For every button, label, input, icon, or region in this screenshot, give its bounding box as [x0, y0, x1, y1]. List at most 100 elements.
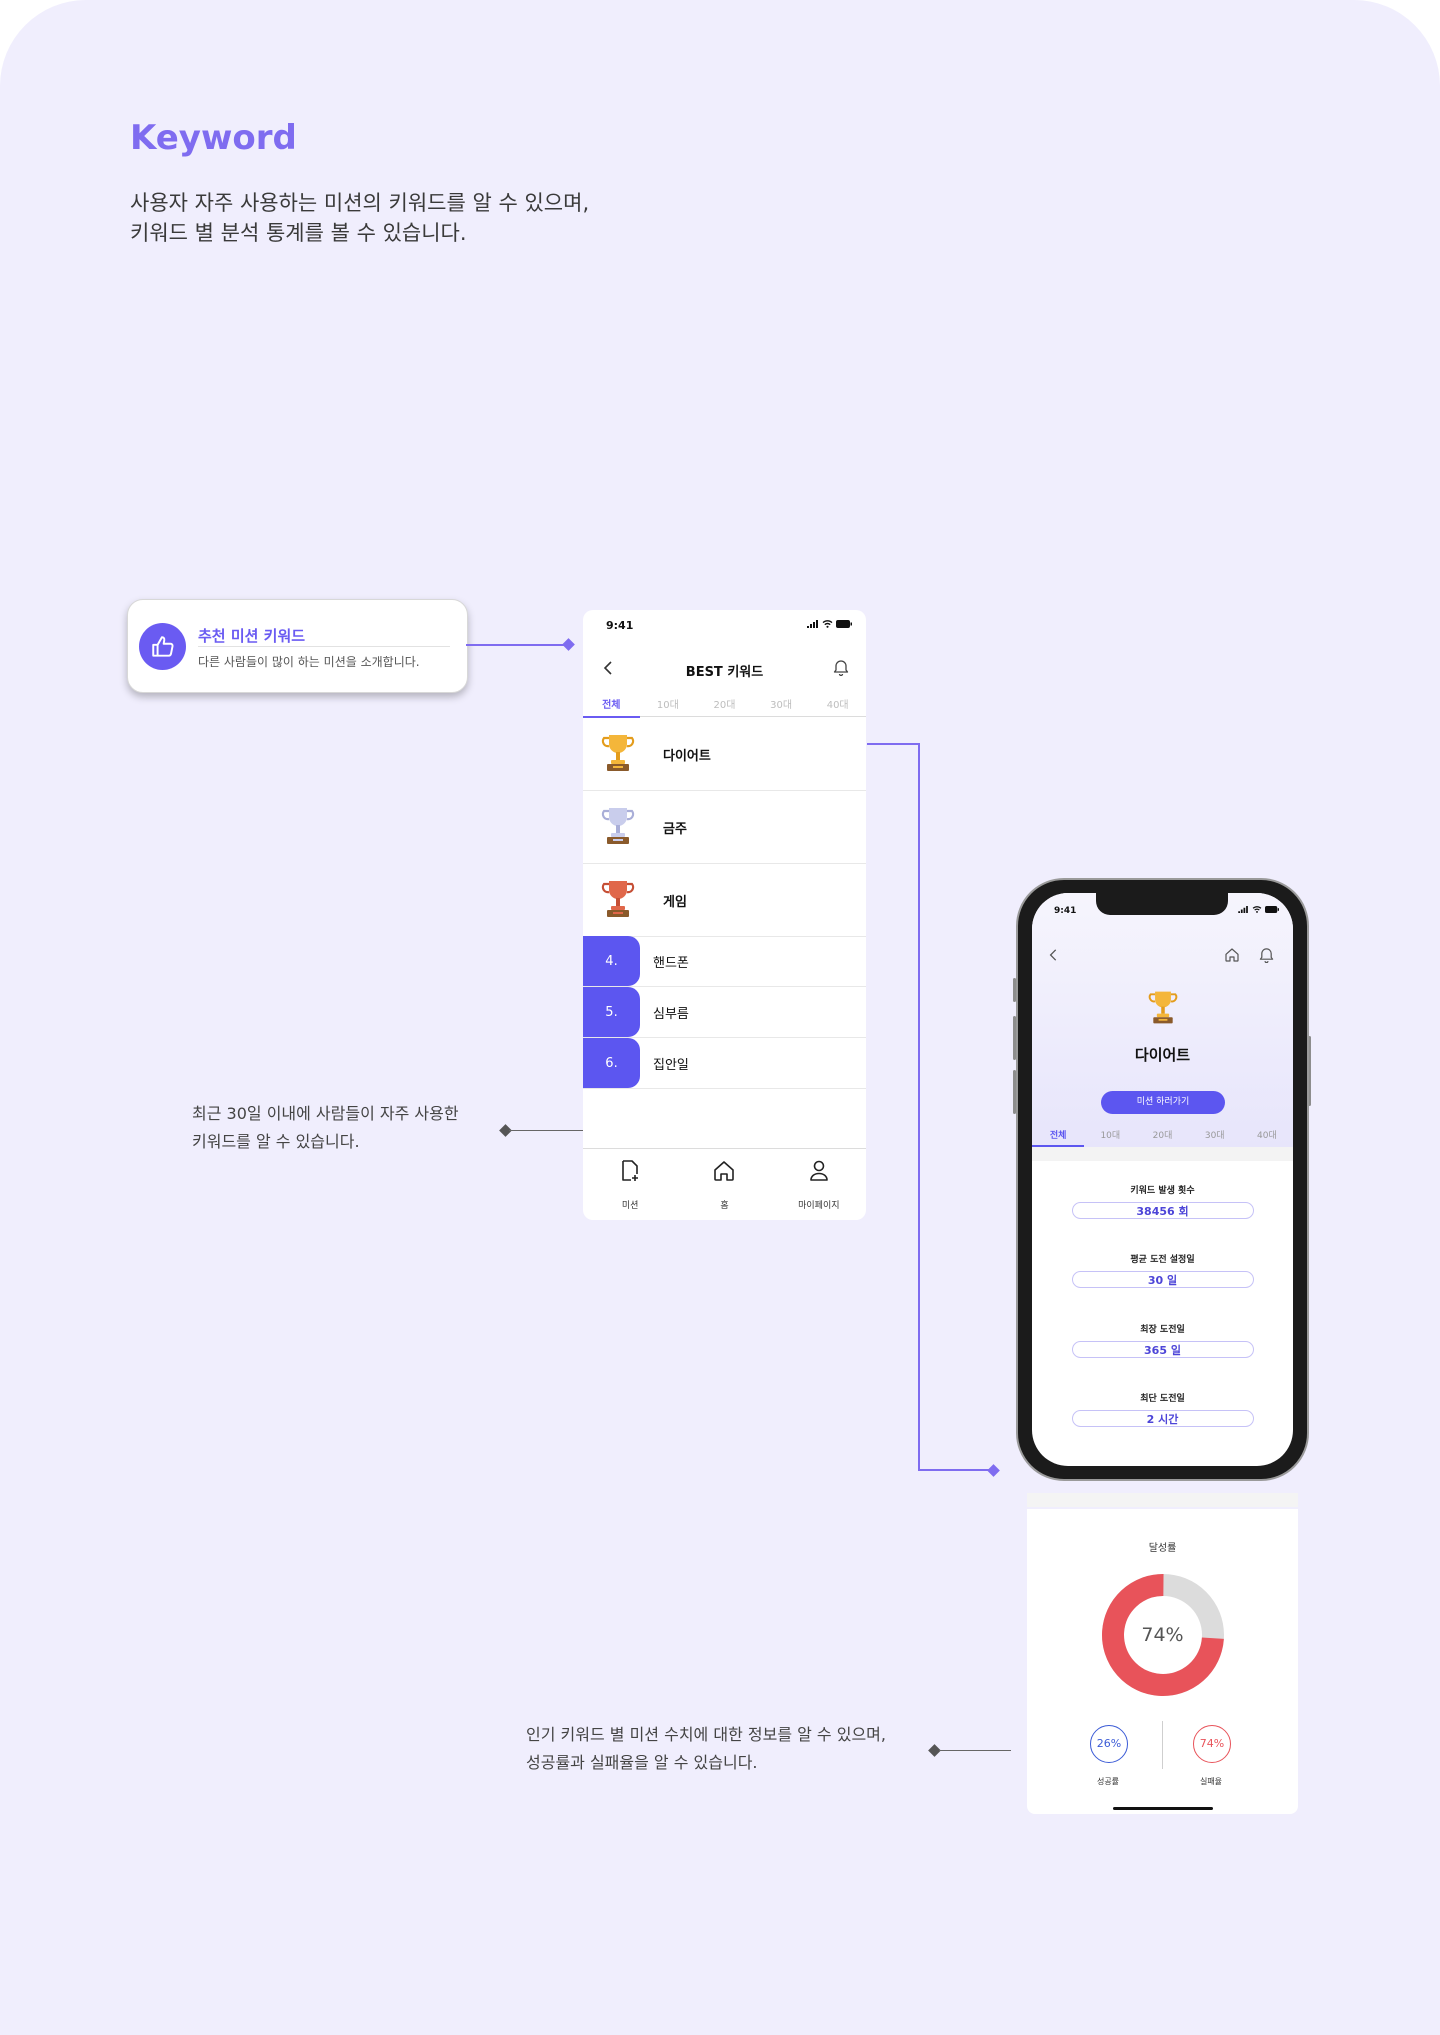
status-time: 9:41	[606, 619, 634, 632]
bell-icon[interactable]	[833, 658, 849, 676]
stat-value: 38456 회	[1071, 1202, 1254, 1219]
rank-row-5[interactable]: 5. 심부름	[583, 987, 866, 1038]
tab-all[interactable]: 전체	[583, 692, 640, 718]
signal-icon	[1238, 906, 1248, 913]
bottom-navigation: 미션 홈 마이페이지	[583, 1148, 866, 1220]
best-keyword-screen: 9:41 BEST 키워드 전체 10대 20대 30대 40대 다이어트 금주…	[583, 610, 866, 1220]
rank-number-badge: 5.	[583, 987, 640, 1037]
rank-label: 집안일	[653, 1058, 689, 1073]
stat-label: 최단 도전일	[1140, 1394, 1185, 1404]
age-tabs: 전체 10대 20대 30대 40대	[583, 692, 866, 718]
canvas: Keyword 사용자 자주 사용하는 미션의 키워드를 알 수 있으며, 키워…	[0, 0, 1440, 2035]
fail-rate-badge: 74%	[1193, 1725, 1231, 1763]
note-line: 성공률과 실패율을 알 수 있습니다.	[526, 1753, 758, 1772]
tab-30s[interactable]: 30대	[753, 692, 810, 716]
callout-title: 추천 미션 키워드	[198, 627, 306, 645]
bell-icon[interactable]	[1259, 946, 1274, 963]
tab-20s[interactable]: 20대	[1136, 1125, 1188, 1147]
page-subtitle: 사용자 자주 사용하는 미션의 키워드를 알 수 있으며, 키워드 별 분석 통…	[130, 188, 589, 248]
connector-line	[466, 644, 570, 646]
stat-label: 평균 도전 설정일	[1130, 1255, 1195, 1265]
rank-label: 게임	[663, 895, 687, 910]
connector-line	[918, 743, 920, 1470]
nav-label: 홈	[720, 1201, 729, 1211]
keyword-name: 다이어트	[1134, 1046, 1191, 1064]
stat-shortest: 최단 도전일 2 시간	[1032, 1391, 1293, 1427]
tab-10s[interactable]: 10대	[1084, 1125, 1136, 1147]
tab-30s[interactable]: 30대	[1189, 1125, 1241, 1147]
nav-item-home[interactable]: 홈	[677, 1149, 771, 1220]
stat-value: 2 시간	[1071, 1410, 1254, 1427]
silver-trophy-icon	[601, 808, 635, 844]
rank-row-2[interactable]: 금주	[583, 791, 866, 864]
rank-row-1[interactable]: 다이어트	[583, 718, 866, 791]
home-indicator	[1113, 1807, 1213, 1810]
stat-label: 키워드 발생 횟수	[1130, 1186, 1195, 1196]
rank-label: 금주	[663, 822, 687, 837]
wifi-icon	[822, 620, 833, 628]
phone-frame: 9:41 다이어트 미션 하러가기 전체 10대 20대 30대 40대 키워드	[1016, 878, 1309, 1481]
recent-keywords-note: 최근 30일 이내에 사람들이 자주 사용한 키워드를 알 수 있습니다.	[192, 1100, 459, 1156]
battery-icon	[1265, 906, 1279, 913]
stat-label: 최장 도전일	[1140, 1325, 1185, 1335]
connector-line	[509, 1130, 583, 1131]
achievement-title: 달성률	[1148, 1543, 1177, 1554]
connector-line	[867, 743, 919, 745]
go-mission-button[interactable]: 미션 하러가기	[1101, 1091, 1225, 1114]
section-gap	[1027, 1493, 1298, 1507]
header-title: BEST 키워드	[685, 665, 764, 680]
rank-number-badge: 4.	[583, 936, 640, 986]
rank-row-3[interactable]: 게임	[583, 864, 866, 937]
tab-10s[interactable]: 10대	[640, 692, 697, 716]
stat-longest: 최장 도전일 365 일	[1032, 1322, 1293, 1358]
battery-icon	[836, 620, 852, 628]
recommended-keyword-callout: 추천 미션 키워드 다른 사람들이 많이 하는 미션을 소개합니다.	[127, 599, 468, 693]
tab-20s[interactable]: 20대	[696, 692, 753, 716]
home-icon[interactable]	[1224, 947, 1240, 963]
rank-label: 다이어트	[663, 749, 711, 764]
subtitle-line: 키워드 별 분석 통계를 볼 수 있습니다.	[130, 221, 467, 245]
user-icon	[810, 1160, 828, 1181]
tab-all[interactable]: 전체	[1032, 1125, 1085, 1147]
nav-item-mission[interactable]: 미션	[583, 1149, 677, 1220]
section-gap	[1032, 1147, 1293, 1161]
connector-end	[987, 1464, 1000, 1477]
home-icon	[714, 1161, 735, 1181]
success-rate-badge: 26%	[1090, 1725, 1128, 1763]
rank-row-4[interactable]: 4. 핸드폰	[583, 936, 866, 987]
signal-icon	[807, 620, 818, 628]
age-tabs: 전체 10대 20대 30대 40대	[1032, 1125, 1293, 1147]
stat-value: 365 일	[1071, 1341, 1254, 1358]
nav-label: 마이페이지	[798, 1201, 840, 1211]
achievement-section: 달성률 74% 26% 성공률 74% 실패율	[1027, 1509, 1298, 1814]
keyword-detail-screen: 9:41 다이어트 미션 하러가기 전체 10대 20대 30대 40대 키워드	[1032, 893, 1293, 1466]
achievement-percent: 74%	[1141, 1624, 1184, 1646]
rank-label: 심부름	[653, 1007, 689, 1022]
success-rate-label: 성공률	[1096, 1777, 1120, 1786]
nav-item-mypage[interactable]: 마이페이지	[772, 1149, 866, 1220]
page-title: Keyword	[130, 118, 297, 158]
callout-description: 다른 사람들이 많이 하는 미션을 소개합니다.	[198, 655, 420, 669]
rank-label: 핸드폰	[653, 956, 689, 971]
wifi-icon	[1252, 906, 1262, 913]
callout-divider	[198, 646, 450, 647]
note-line: 인기 키워드 별 미션 수치에 대한 정보를 알 수 있으며,	[526, 1725, 886, 1744]
gold-trophy-icon	[601, 735, 635, 771]
detail-stats-note: 인기 키워드 별 미션 수치에 대한 정보를 알 수 있으며, 성공률과 실패율…	[526, 1721, 886, 1777]
gold-trophy-icon	[1148, 991, 1178, 1024]
fail-rate-label: 실패율	[1199, 1777, 1223, 1786]
stat-average-days: 평균 도전 설정일 30 일	[1032, 1252, 1293, 1288]
phone-notch	[1096, 893, 1228, 915]
note-line: 키워드를 알 수 있습니다.	[192, 1132, 360, 1151]
tab-40s[interactable]: 40대	[809, 692, 866, 716]
divider	[1162, 1721, 1163, 1769]
rank-number-badge: 6.	[583, 1038, 640, 1088]
add-document-icon	[622, 1160, 639, 1181]
status-icons	[807, 620, 852, 628]
status-time: 9:41	[1054, 906, 1077, 916]
back-arrow-icon[interactable]	[1048, 947, 1060, 963]
bronze-trophy-icon	[601, 881, 635, 917]
tab-40s[interactable]: 40대	[1241, 1125, 1293, 1147]
stat-value: 30 일	[1071, 1271, 1254, 1288]
rank-row-6[interactable]: 6. 집안일	[583, 1038, 866, 1089]
